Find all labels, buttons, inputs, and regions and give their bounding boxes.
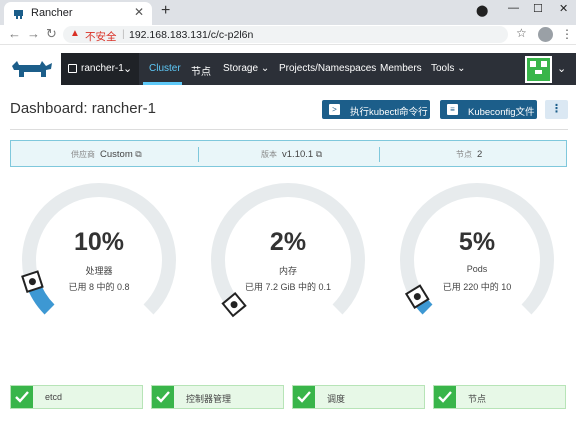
terminal-icon: > [329, 104, 340, 115]
minimize-icon[interactable]: — [508, 2, 519, 14]
component-label: etcd [45, 392, 63, 402]
gauges-panel [21, 183, 554, 318]
cpu-gauge-label: 处理器 [85, 266, 113, 276]
component-status-nodes: 节点 [433, 385, 566, 409]
url-input[interactable]: ▲ 不安全 | 192.168.183.131/c/c-p2l6n [63, 26, 508, 43]
provider-info: 供应商 Custom ⧉ [71, 149, 142, 160]
component-status-scheduler: 调度 [292, 385, 425, 409]
check-icon [11, 386, 33, 408]
copy-icon[interactable]: ⧉ [135, 149, 141, 159]
window-close-icon[interactable]: ✕ [559, 2, 568, 15]
nav-item-projects[interactable]: Projects/Namespaces [279, 63, 376, 74]
security-status: 不安全 [85, 31, 117, 43]
component-status-etcd: etcd [10, 385, 143, 409]
kubeconfig-button-label: Kubeconfig文件 [468, 107, 535, 118]
close-tab-icon[interactable]: ✕ [134, 5, 144, 19]
memory-gauge-value: 2% [269, 228, 307, 256]
memory-gauge-label: 内存 [278, 266, 297, 276]
address-bar-row: ← → ↻ ▲ 不安全 | 192.168.183.131/c/c-p2l6n [0, 25, 576, 45]
nav-item-tools[interactable]: Tools ⌄ [431, 63, 466, 74]
nav-item-storage-label: Storage [223, 63, 259, 74]
kubeconfig-button[interactable]: ≡ Kubeconfig文件 [440, 100, 537, 119]
divider [379, 147, 380, 162]
nodes-info: 节点 2 [456, 149, 482, 160]
memory-gauge-detail: 已用 7.2 GiB 中的 0.1 [244, 282, 332, 292]
cpu-gauge-value: 10% [73, 228, 125, 256]
nav-item-storage[interactable]: Storage ⌄ [223, 63, 269, 74]
cluster-info-bar: 供应商 Custom ⧉ 版本 v1.10.1 ⧉ 节点 2 [10, 140, 567, 167]
version-label: 版本 [261, 150, 277, 159]
pods-gauge-detail: 已用 220 中的 10 [442, 282, 512, 292]
warning-icon: ▲ [70, 28, 80, 39]
avatar[interactable] [538, 27, 553, 42]
back-icon[interactable]: ← [8, 26, 21, 41]
url-text: 192.168.183.131/c/c-p2l6n [129, 29, 254, 41]
cluster-selector[interactable]: rancher-1 ⌄ [61, 53, 139, 85]
check-icon [152, 386, 174, 408]
check-icon [293, 386, 315, 408]
bookmark-star-icon[interactable]: ☆ [516, 26, 527, 40]
divider: | [122, 28, 125, 40]
top-nav: rancher-1 ⌄ Cluster 节点 Storage ⌄ Project… [61, 53, 576, 85]
reload-icon[interactable]: ↻ [46, 26, 57, 42]
component-label: 节点 [468, 394, 487, 404]
pods-gauge-label: Pods [466, 264, 488, 274]
nodes-value: 2 [477, 149, 483, 160]
chevron-down-icon: ⌄ [457, 63, 466, 74]
profile-menu-icon[interactable]: ⬤ [476, 4, 488, 17]
forward-icon[interactable]: → [27, 26, 40, 41]
tab-title: Rancher [31, 7, 73, 19]
version-value: v1.10.1 [282, 149, 314, 160]
nav-item-cluster[interactable]: Cluster [149, 63, 181, 74]
browser-tab[interactable]: Rancher ✕ [4, 2, 152, 25]
new-tab-icon[interactable]: + [161, 2, 170, 20]
cluster-name: rancher-1 [81, 63, 124, 74]
chevron-down-icon: ⌄ [123, 63, 133, 75]
component-label: 调度 [327, 394, 346, 404]
check-icon [434, 386, 456, 408]
nav-item-nodes[interactable]: 节点 [191, 63, 211, 78]
more-actions-button[interactable]: ⋮ [545, 100, 568, 119]
divider [198, 147, 199, 162]
browser-tab-bar: Rancher ✕ + ⬤ — ☐ ✕ [0, 0, 576, 25]
file-icon: ≡ [447, 104, 458, 115]
rancher-favicon-icon [14, 10, 23, 19]
provider-label: 供应商 [71, 150, 95, 159]
chevron-down-icon: ⌄ [260, 63, 270, 74]
browser-menu-icon[interactable]: ⋮ [561, 27, 573, 41]
rancher-logo-icon[interactable] [10, 57, 54, 81]
page-title: Dashboard: rancher-1 [10, 100, 156, 117]
provider-value: Custom [100, 149, 133, 160]
version-info: 版本 v1.10.1 ⧉ [261, 149, 322, 160]
copy-icon[interactable]: ⧉ [316, 149, 322, 159]
kubectl-button-label: 执行kubectl命令行 [350, 107, 428, 118]
divider [10, 129, 568, 130]
chevron-down-icon[interactable]: ⌄ [557, 62, 566, 75]
component-label: 控制器管理 [186, 394, 232, 404]
cpu-gauge-detail: 已用 8 中的 0.8 [68, 282, 130, 292]
user-avatar[interactable] [525, 56, 552, 83]
cluster-icon [68, 64, 77, 73]
nav-item-members[interactable]: Members [380, 63, 422, 74]
kubectl-button[interactable]: > 执行kubectl命令行 [322, 100, 430, 119]
component-status-controller: 控制器管理 [151, 385, 284, 409]
nodes-label: 节点 [456, 150, 472, 159]
nav-item-tools-label: Tools [431, 63, 455, 74]
pods-gauge-value: 5% [458, 228, 496, 256]
maximize-icon[interactable]: ☐ [533, 2, 543, 15]
active-nav-indicator [143, 82, 182, 85]
